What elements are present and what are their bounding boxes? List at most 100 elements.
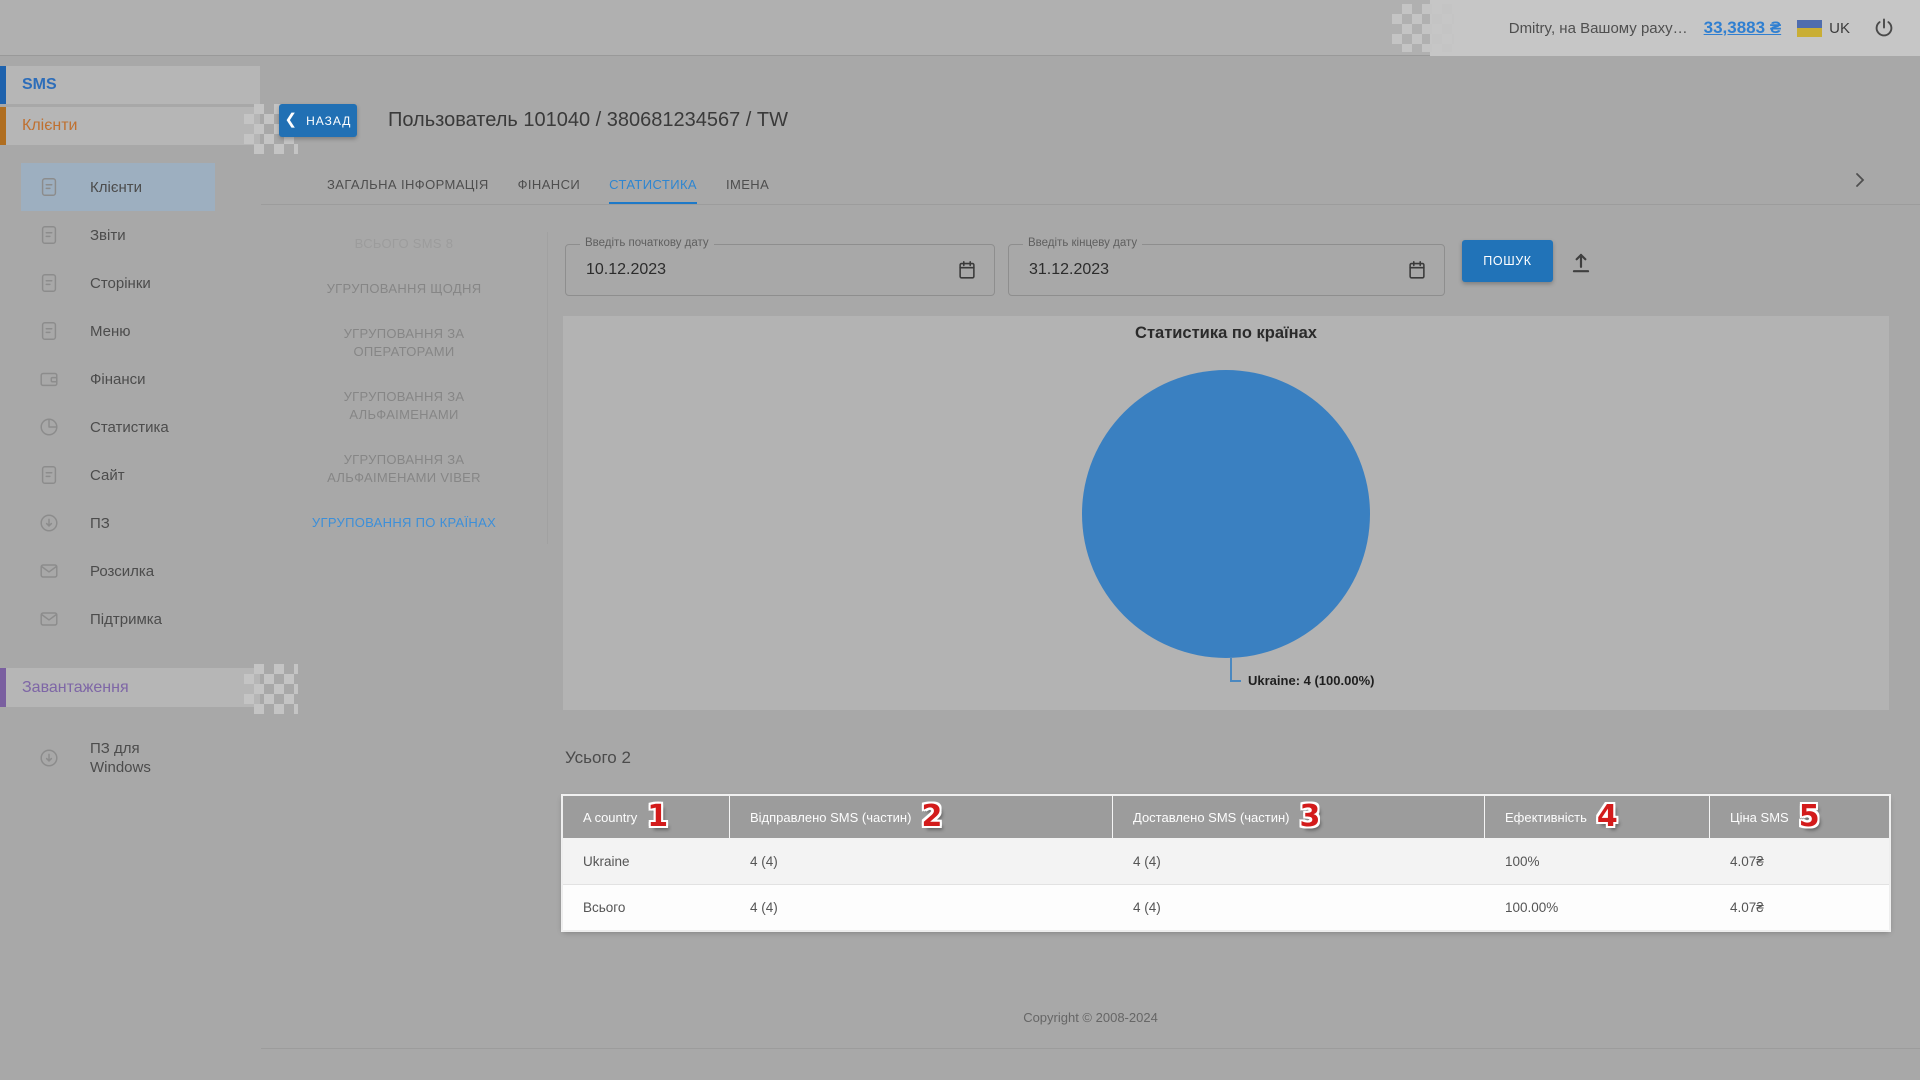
pie-callout-line <box>1230 658 1232 682</box>
sidebar-item-pages[interactable]: Сторінки <box>21 259 215 307</box>
start-date-value: 10.12.2023 <box>586 245 666 295</box>
sidebar-item-label: Статистика <box>90 418 169 437</box>
checker-decoration-downloads <box>244 664 298 714</box>
table-header-delivered: Доставлено SMS (частин) 3 <box>1113 796 1485 838</box>
sidebar-nav: Клієнти Звіти Сторінки Меню Фінанси Стат… <box>21 163 215 643</box>
pie-callout-line <box>1230 680 1241 682</box>
sidebar-item-label: Сторінки <box>90 274 151 293</box>
subnav-total-sms: ВСЬОГО SMS 8 <box>286 235 522 253</box>
subnav-divider <box>547 232 548 544</box>
envelope-icon <box>38 560 60 582</box>
countries-stats-table: A country 1 Відправлено SMS (частин) 2 Д… <box>563 796 1889 930</box>
end-date-field[interactable]: Введіть кінцеву дату 31.12.2023 <box>1008 244 1445 296</box>
sidebar-item-support[interactable]: Підтримка <box>21 595 215 643</box>
language-switcher[interactable]: UK <box>1797 20 1850 37</box>
search-button[interactable]: ПОШУК <box>1462 240 1553 282</box>
end-date-value: 31.12.2023 <box>1029 245 1109 295</box>
subnav-group-by-alphanames-viber[interactable]: УГРУПОВАННЯ ЗА АЛЬФАІМЕНАМИ VIBER <box>286 451 522 487</box>
pie-slice-label: Ukraine: 4 (100.00%) <box>1248 673 1374 688</box>
tab-finances[interactable]: ФІНАНСИ <box>518 168 580 205</box>
sidebar-section-clients[interactable]: Клієнти <box>0 107 260 145</box>
chevron-right-icon <box>1852 172 1868 188</box>
logout-button[interactable] <box>1872 16 1896 40</box>
subnav-group-daily[interactable]: УГРУПОВАННЯ ЩОДНЯ <box>286 280 522 298</box>
table-header-price: Ціна SMS 5 <box>1710 796 1889 838</box>
sidebar-section-clients-label: Клієнти <box>22 117 77 135</box>
subnav-group-by-operators[interactable]: УГРУПОВАННЯ ЗА ОПЕРАТОРАМИ <box>286 325 522 361</box>
pie-chart-icon <box>38 416 60 438</box>
subnav-group-by-countries[interactable]: УГРУПОВАННЯ ПО КРАЇНАХ <box>286 514 522 532</box>
cell-price: 4.07₴ <box>1710 838 1889 884</box>
statistics-subnav: ВСЬОГО SMS 8 УГРУПОВАННЯ ЩОДНЯ УГРУПОВАН… <box>286 235 522 532</box>
tab-bar: ЗАГАЛЬНА ІНФОРМАЦІЯ ФІНАНСИ СТАТИСТИКА І… <box>327 168 769 205</box>
annotation-badge-1: 1 <box>647 802 668 832</box>
upload-icon <box>1568 249 1594 275</box>
sidebar-item-menu[interactable]: Меню <box>21 307 215 355</box>
sidebar-item-label: Підтримка <box>90 610 162 629</box>
back-button[interactable]: ❮ НАЗАД <box>279 104 357 137</box>
countries-chart-panel: Статистика по країнах Ukraine: 4 (100.00… <box>563 316 1889 710</box>
document-icon <box>38 464 60 486</box>
annotation-badge-2: 2 <box>921 802 942 832</box>
downloads-accent-bar <box>0 668 6 707</box>
calendar-icon[interactable] <box>1406 259 1428 281</box>
ukraine-flag-icon <box>1797 20 1822 37</box>
sidebar-item-software-windows[interactable]: ПЗ для Windows <box>21 730 215 786</box>
user-greeting: Dmitry, на Вашому раху… <box>1509 20 1688 37</box>
language-label: UK <box>1829 20 1850 37</box>
wallet-icon <box>38 368 60 390</box>
download-icon <box>38 512 60 534</box>
header-label: Ціна SMS <box>1730 810 1789 825</box>
sidebar-item-label: Сайт <box>90 466 125 485</box>
sidebar-item-label: ПЗ <box>90 514 110 533</box>
cell-country: Ukraine <box>563 838 730 884</box>
clients-accent-bar <box>0 107 6 145</box>
balance-link[interactable]: 33,3883 ₴ <box>1704 18 1782 38</box>
sidebar-item-site[interactable]: Сайт <box>21 451 215 499</box>
sidebar-section-sms[interactable]: SMS <box>0 66 260 104</box>
download-icon <box>38 747 60 769</box>
cell-delivered: 4 (4) <box>1113 885 1485 930</box>
document-icon <box>38 224 60 246</box>
annotation-badge-5: 5 <box>1799 802 1820 832</box>
table-total-label: Усього 2 <box>565 748 631 768</box>
cell-sent: 4 (4) <box>730 838 1113 884</box>
cell-price: 4.07₴ <box>1710 885 1889 930</box>
tabs-scroll-right-button[interactable] <box>1852 172 1868 193</box>
export-button[interactable] <box>1566 247 1596 277</box>
pie-chart-ukraine-slice <box>1082 370 1370 658</box>
sidebar-item-label: Розсилка <box>90 562 154 581</box>
header-label: Доставлено SMS (частин) <box>1133 810 1290 825</box>
table-row: Всього 4 (4) 4 (4) 100.00% 4.07₴ <box>563 884 1889 930</box>
calendar-icon[interactable] <box>956 259 978 281</box>
top-bar-content: Dmitry, на Вашому раху… 33,3883 ₴ UK <box>1509 0 1896 56</box>
header-label: Відправлено SMS (частин) <box>750 810 911 825</box>
start-date-field[interactable]: Введіть початкову дату 10.12.2023 <box>565 244 995 296</box>
document-icon <box>38 320 60 342</box>
tab-general-info[interactable]: ЗАГАЛЬНА ІНФОРМАЦІЯ <box>327 168 489 205</box>
table-header-efficiency: Ефективність 4 <box>1485 796 1710 838</box>
sidebar-section-sms-label: SMS <box>22 76 57 94</box>
header-label: Ефективність <box>1505 810 1587 825</box>
sidebar-item-software[interactable]: ПЗ <box>21 499 215 547</box>
sidebar-item-reports[interactable]: Звіти <box>21 211 215 259</box>
tab-names[interactable]: ІМЕНА <box>726 168 769 205</box>
cell-delivered: 4 (4) <box>1113 838 1485 884</box>
sidebar-item-clients[interactable]: Клієнти <box>21 163 215 211</box>
chart-title: Статистика по країнах <box>563 324 1889 343</box>
sidebar-section-downloads[interactable]: Завантаження <box>0 668 260 707</box>
header-label: A country <box>583 810 637 825</box>
cell-country: Всього <box>563 885 730 930</box>
sidebar-item-mailing[interactable]: Розсилка <box>21 547 215 595</box>
chevron-left-icon: ❮ <box>285 112 299 127</box>
table-row: Ukraine 4 (4) 4 (4) 100% 4.07₴ <box>563 838 1889 884</box>
tab-statistics[interactable]: СТАТИСТИКА <box>609 168 697 205</box>
tabs-divider <box>261 204 1920 205</box>
sidebar-item-statistics[interactable]: Статистика <box>21 403 215 451</box>
sidebar-item-finances[interactable]: Фінанси <box>21 355 215 403</box>
app-root: Dmitry, на Вашому раху… 33,3883 ₴ UK SMS… <box>0 0 1920 1080</box>
table-header-row: A country 1 Відправлено SMS (частин) 2 Д… <box>563 796 1889 838</box>
cell-efficiency: 100.00% <box>1485 885 1710 930</box>
copyright-text: Copyright © 2008-2024 <box>261 1010 1920 1025</box>
subnav-group-by-alphanames[interactable]: УГРУПОВАННЯ ЗА АЛЬФАІМЕНАМИ <box>286 388 522 424</box>
